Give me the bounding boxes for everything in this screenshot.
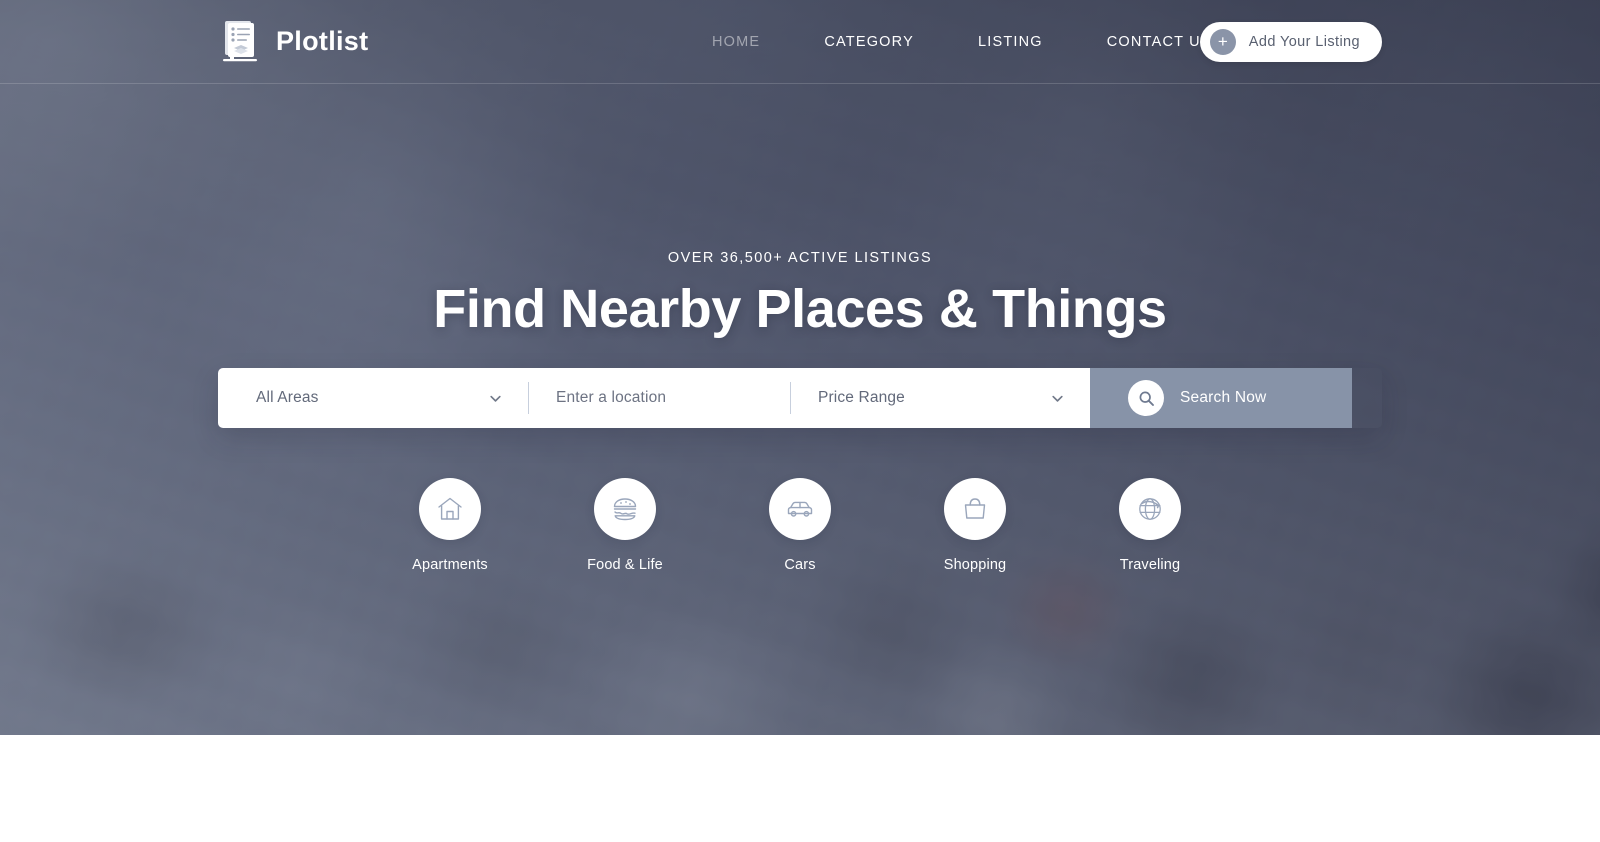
category-shopping[interactable]: Shopping [944,478,1006,573]
page-content-below-hero [0,735,1600,842]
handbag-icon [944,478,1006,540]
hero-eyebrow: OVER 36,500+ ACTIVE LISTINGS [667,250,933,266]
area-select[interactable]: All Areas [218,368,528,428]
category-traveling[interactable]: Traveling [1119,478,1181,573]
checklist-document-layers-icon [223,20,257,61]
hero-section: Plotlist HOME CATEGORY LISTING CONTACT U… [0,0,1600,735]
category-apartments[interactable]: Apartments [412,478,488,573]
category-label: Apartments [412,557,488,573]
add-your-listing-button[interactable]: + Add Your Listing [1199,21,1382,62]
category-shortcuts: Apartments Food & Life Cars Shopping Tra… [0,478,1600,573]
nav-item-listing[interactable]: LISTING [946,24,1075,60]
location-input-wrapper[interactable]: Enter a location [528,368,790,428]
price-range-value: Price Range [818,389,905,406]
chevron-down-icon [1052,395,1063,402]
add-your-listing-label: Add Your Listing [1248,33,1360,50]
category-label: Cars [784,557,816,573]
search-now-button[interactable]: Search Now [1090,368,1352,428]
car-icon [769,478,831,540]
field-divider [790,382,791,414]
home-icon [419,478,481,540]
search-now-label: Search Now [1180,389,1267,406]
hero-headline: Find Nearby Places & Things [433,279,1167,339]
burger-icon [594,478,656,540]
hero-content: OVER 36,500+ ACTIVE LISTINGS Find Nearby… [0,0,1600,735]
nav-item-category[interactable]: CATEGORY [792,24,946,60]
field-divider [528,382,529,414]
main-navigation: HOME CATEGORY LISTING CONTACT US [680,24,1244,60]
category-cars[interactable]: Cars [769,478,831,573]
globe-plane-icon [1119,478,1181,540]
brand-name: Plotlist [276,26,369,56]
price-range-select[interactable]: Price Range [790,368,1090,428]
location-input[interactable]: Enter a location [556,389,764,407]
hero-search-bar: All Areas Enter a location Price Range S… [218,368,1382,428]
category-label: Traveling [1119,557,1181,573]
brand-logo-link[interactable]: Plotlist [218,19,368,65]
site-header: Plotlist HOME CATEGORY LISTING CONTACT U… [0,0,1600,84]
search-icon [1128,380,1164,416]
nav-item-home[interactable]: HOME [680,24,792,60]
area-select-value: All Areas [256,389,319,406]
category-label: Shopping [943,557,1007,573]
chevron-down-icon [490,395,501,402]
category-food-and-life[interactable]: Food & Life [587,478,663,573]
plus-circle-icon: + [1209,28,1236,55]
category-label: Food & Life [587,557,663,573]
